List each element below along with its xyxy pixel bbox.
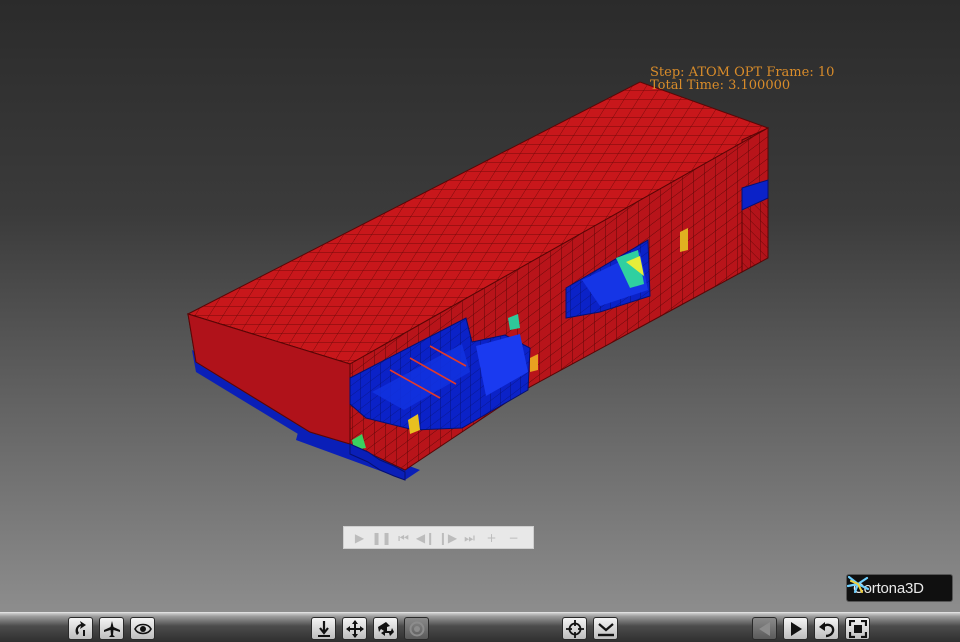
step-back-icon[interactable]: ◀❙ — [416, 528, 435, 547]
fast-forward-icon[interactable]: ⏭ — [460, 528, 479, 547]
restore-button[interactable] — [814, 617, 839, 640]
fit-screen-icon — [848, 619, 867, 638]
play-icon[interactable]: ▶ — [350, 528, 369, 547]
align-button[interactable] — [593, 617, 618, 640]
tilt-button[interactable] — [311, 617, 336, 640]
fit-button[interactable] — [845, 617, 870, 640]
triangle-right-icon — [790, 621, 802, 636]
eye-icon — [133, 623, 152, 634]
3d-viewport[interactable]: Step: ATOM OPT Frame: 10 Total Time: 3.1… — [0, 0, 960, 612]
rewind-icon[interactable]: ⏮ — [394, 528, 413, 547]
fly-button[interactable] — [99, 617, 124, 640]
undo-arrow-icon — [818, 621, 834, 637]
plane-icon — [103, 620, 120, 637]
step-forward-icon[interactable]: ❙▶ — [438, 528, 457, 547]
next-viewpoint-button[interactable] — [783, 617, 808, 640]
cortona3d-logo[interactable]: Cortona3D — [846, 574, 953, 602]
cortona-star-icon — [847, 575, 869, 593]
animation-control-bar: ▶ ❚❚ ⏮ ◀❙ ❙▶ ⏭ + − — [343, 526, 534, 549]
slow-down-icon[interactable]: − — [504, 528, 523, 547]
study-button[interactable] — [130, 617, 155, 640]
rotate-button[interactable] — [373, 617, 398, 640]
speed-up-icon[interactable]: + — [482, 528, 501, 547]
zoom-button[interactable] — [404, 617, 429, 640]
simulation-hud: Step: ATOM OPT Frame: 10 Total Time: 3.1… — [650, 66, 834, 92]
zoom-target-icon — [409, 621, 424, 636]
pause-icon[interactable]: ❚❚ — [371, 528, 391, 547]
total-time-label: Total Time: 3.100000 — [650, 78, 791, 93]
align-icon — [597, 622, 614, 636]
pan-cross-icon — [345, 619, 364, 638]
navigation-toolbar — [0, 612, 960, 642]
triangle-left-icon — [758, 621, 770, 636]
goto-button[interactable] — [562, 617, 587, 640]
pan-button[interactable] — [342, 617, 367, 640]
previous-viewpoint-button[interactable] — [752, 617, 777, 640]
rotate-icon — [377, 621, 394, 636]
orbit-button[interactable] — [68, 617, 93, 640]
crosshair-icon — [565, 619, 584, 638]
tilt-arrow-icon — [317, 620, 330, 637]
orbit-icon — [75, 620, 86, 636]
